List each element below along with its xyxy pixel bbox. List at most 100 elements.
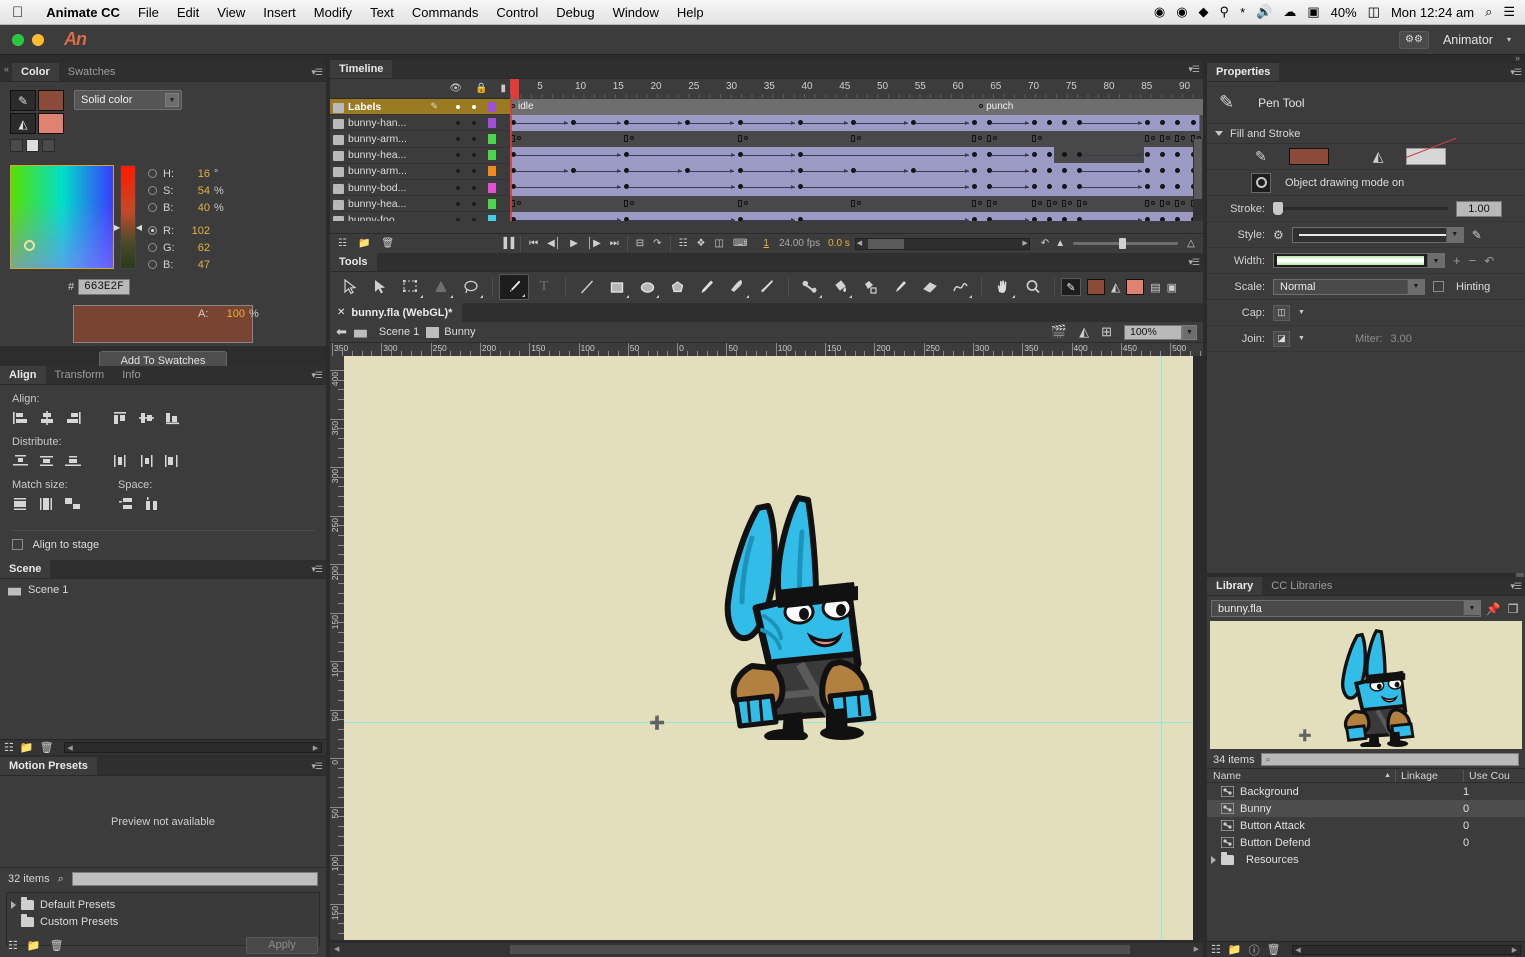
empty-keyframe[interactable]	[1083, 201, 1087, 205]
text-tool[interactable]: T	[529, 274, 559, 300]
timeline-ruler[interactable]: 51015202530354045505560657075808590	[510, 79, 1203, 99]
library-row[interactable]: Resources	[1207, 851, 1525, 868]
clock[interactable]: Mon 12:24 am	[1391, 5, 1474, 20]
menu-control[interactable]: Control	[487, 5, 547, 20]
pencil-icon[interactable]: ✎	[10, 90, 36, 111]
keyframe[interactable]	[1145, 120, 1150, 125]
chevron-down-icon[interactable]: ▼	[1446, 228, 1463, 242]
apply-preset-button[interactable]: Apply	[246, 937, 318, 954]
black-white-icon[interactable]	[10, 139, 23, 152]
play-icon[interactable]: ▶	[570, 238, 578, 249]
frame-label-keyframe[interactable]	[979, 104, 983, 108]
panel-menu-icon[interactable]: ▾☰	[1188, 64, 1199, 75]
value-h[interactable]: 16	[180, 168, 210, 180]
empty-keyframe[interactable]	[978, 136, 982, 140]
notification-center-icon[interactable]: ☰	[1503, 4, 1515, 20]
rgb-row-r[interactable]: R: 102	[148, 222, 224, 239]
tool-options-corner-icon[interactable]	[626, 295, 629, 298]
large-frames-icon[interactable]: △	[1187, 238, 1195, 249]
empty-keyframe[interactable]	[1151, 201, 1155, 205]
expand-triangle-icon[interactable]	[11, 901, 16, 909]
layer-row-labels[interactable]: Labels ✎ idlepunch	[330, 99, 1203, 115]
blank-keyframe[interactable]	[972, 200, 976, 207]
frames-track-labels[interactable]: idlepunch	[510, 99, 1203, 115]
keyframe[interactable]	[972, 120, 977, 125]
pencil-icon[interactable]: ✎	[1061, 278, 1081, 296]
value-b-blue[interactable]: 47	[180, 259, 210, 271]
pencil-icon[interactable]: ✎	[1255, 148, 1267, 165]
chevron-down-icon[interactable]: ▼	[1463, 601, 1480, 615]
paint-brush-tool[interactable]	[752, 274, 782, 300]
keyframe[interactable]	[1062, 120, 1067, 125]
tool-options-corner-icon[interactable]	[522, 294, 525, 297]
ink-bottle-tool[interactable]	[855, 274, 885, 300]
empty-keyframe[interactable]	[630, 136, 634, 140]
frames-track[interactable]	[510, 115, 1203, 131]
width-tool[interactable]	[945, 274, 975, 300]
visibility-dot[interactable]	[456, 137, 460, 141]
tab-color[interactable]: Color	[12, 63, 59, 81]
tool-options-corner-icon[interactable]	[1012, 295, 1015, 298]
keyframe[interactable]	[972, 168, 977, 173]
empty-keyframe[interactable]	[1151, 136, 1155, 140]
expand-icon[interactable]: »	[1515, 53, 1520, 63]
new-symbol-icon[interactable]: ☷	[1211, 943, 1221, 956]
tab-timeline[interactable]: Timeline	[330, 60, 392, 78]
tab-scene[interactable]: Scene	[0, 560, 50, 578]
lock-dot[interactable]	[472, 186, 476, 190]
sort-ascending-icon[interactable]: ▲	[1384, 772, 1395, 779]
bone-tool[interactable]	[795, 274, 825, 300]
chevron-down-icon[interactable]: ▼	[165, 93, 179, 107]
blank-keyframe[interactable]	[1160, 135, 1164, 142]
radio-h[interactable]	[148, 169, 157, 178]
panel-menu-icon[interactable]: ▾☰	[311, 564, 322, 575]
value-g[interactable]: 62	[180, 242, 210, 254]
stage-h-scrollbar[interactable]: ◀ ▶	[330, 943, 1203, 957]
library-row[interactable]: Background1	[1207, 783, 1525, 800]
hsb-row-h[interactable]: H: 16 °	[148, 165, 224, 182]
go-to-start-icon[interactable]: ⏮	[529, 238, 538, 249]
empty-keyframe[interactable]	[978, 201, 982, 205]
keyframe[interactable]	[1175, 217, 1180, 221]
timeline-h-scrollbar[interactable]: ◀ ▶	[855, 238, 1030, 250]
scroll-left-icon[interactable]: ◀	[65, 743, 76, 752]
stroke-options-icon[interactable]: ⚙	[1273, 228, 1284, 242]
align-left-edge-icon[interactable]	[12, 410, 30, 426]
blank-keyframe[interactable]	[738, 135, 742, 142]
layer-row[interactable]: bunny-foo...	[330, 212, 1203, 221]
new-layer-icon[interactable]: ☷	[338, 238, 347, 249]
blank-keyframe[interactable]	[1175, 135, 1179, 142]
rgb-row-g[interactable]: G: 62	[148, 239, 224, 256]
paint-bucket-tool[interactable]	[825, 274, 855, 300]
empty-keyframe[interactable]	[1181, 136, 1185, 140]
layer-row[interactable]: bunny-arm...	[330, 164, 1203, 180]
value-s[interactable]: 54	[180, 185, 210, 197]
blank-keyframe[interactable]	[1077, 200, 1081, 207]
workspace-switcher-icon[interactable]: ⚙⚙	[1399, 31, 1429, 49]
slider-handle[interactable]	[1273, 202, 1283, 215]
match-width-and-height-icon[interactable]	[64, 496, 82, 512]
breadcrumb-symbol[interactable]: Bunny	[426, 326, 475, 338]
selection-tool[interactable]	[336, 274, 366, 300]
blank-keyframe[interactable]	[1032, 200, 1036, 207]
tab-transform[interactable]: Transform	[46, 366, 114, 384]
empty-keyframe[interactable]	[857, 201, 861, 205]
tab-tools[interactable]: Tools	[330, 253, 377, 271]
match-width-icon[interactable]	[12, 496, 30, 512]
hsb-row-b[interactable]: B: 40 %	[148, 199, 224, 216]
onion-skin-icon[interactable]: ▐▐	[500, 238, 514, 249]
current-frame-indicator[interactable]: 1	[763, 238, 769, 249]
breadcrumb-scene[interactable]: Scene 1	[354, 326, 419, 338]
radio-b-blue[interactable]	[148, 260, 157, 269]
panel-menu-icon[interactable]: ▾☰	[1510, 67, 1521, 78]
scale-select[interactable]: Normal ▼	[1273, 279, 1425, 295]
undo-icon[interactable]: ↶	[1041, 238, 1049, 249]
menu-window[interactable]: Window	[604, 5, 668, 20]
fps-indicator[interactable]: 24.00 fps	[779, 238, 820, 249]
chevron-down-icon[interactable]: ▼	[1298, 335, 1305, 342]
empty-keyframe[interactable]	[1038, 201, 1042, 205]
space-evenly-horizontally-icon[interactable]	[144, 496, 162, 512]
frames-track[interactable]	[510, 163, 1203, 179]
keyframe[interactable]	[1062, 217, 1067, 221]
loop-icon[interactable]: ↷	[653, 238, 661, 249]
